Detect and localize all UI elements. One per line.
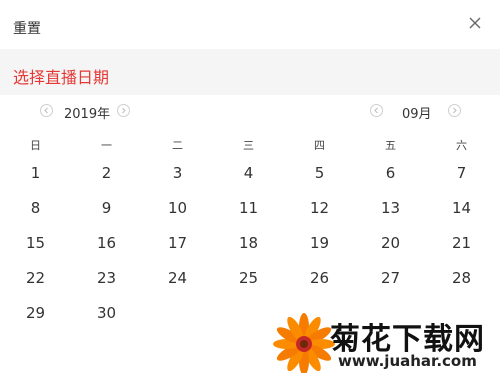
calendar-day[interactable]: 1	[0, 158, 71, 188]
calendar-day[interactable]: 9	[71, 193, 142, 223]
calendar-day[interactable]: 6	[355, 158, 426, 188]
calendar-day[interactable]: 15	[0, 228, 71, 258]
calendar-day[interactable]: 30	[71, 298, 142, 328]
watermark: 菊花下载网 www.juahar.com	[272, 312, 500, 373]
calendar-day[interactable]: 20	[355, 228, 426, 258]
watermark-url: www.juahar.com	[338, 352, 477, 370]
calendar-day[interactable]: 27	[355, 263, 426, 293]
calendar-day[interactable]: 21	[426, 228, 497, 258]
calendar-day[interactable]: 13	[355, 193, 426, 223]
calendar-day[interactable]: 12	[284, 193, 355, 223]
calendar-day[interactable]: 4	[213, 158, 284, 188]
calendar-day[interactable]: 3	[142, 158, 213, 188]
calendar-day[interactable]: 28	[426, 263, 497, 293]
calendar-day[interactable]: 29	[0, 298, 71, 328]
calendar-day[interactable]: 11	[213, 193, 284, 223]
calendar-day[interactable]: 7	[426, 158, 497, 188]
calendar-day[interactable]: 14	[426, 193, 497, 223]
calendar-day[interactable]: 5	[284, 158, 355, 188]
calendar-day[interactable]: 23	[71, 263, 142, 293]
calendar-day[interactable]: 26	[284, 263, 355, 293]
calendar-day[interactable]: 19	[284, 228, 355, 258]
calendar-day[interactable]: 24	[142, 263, 213, 293]
calendar-day[interactable]: 16	[71, 228, 142, 258]
calendar-day[interactable]: 17	[142, 228, 213, 258]
calendar-day[interactable]: 25	[213, 263, 284, 293]
calendar-day[interactable]: 22	[0, 263, 71, 293]
calendar-day[interactable]: 10	[142, 193, 213, 223]
calendar-day[interactable]: 18	[213, 228, 284, 258]
calendar-day[interactable]: 8	[0, 193, 71, 223]
calendar-day[interactable]: 2	[71, 158, 142, 188]
